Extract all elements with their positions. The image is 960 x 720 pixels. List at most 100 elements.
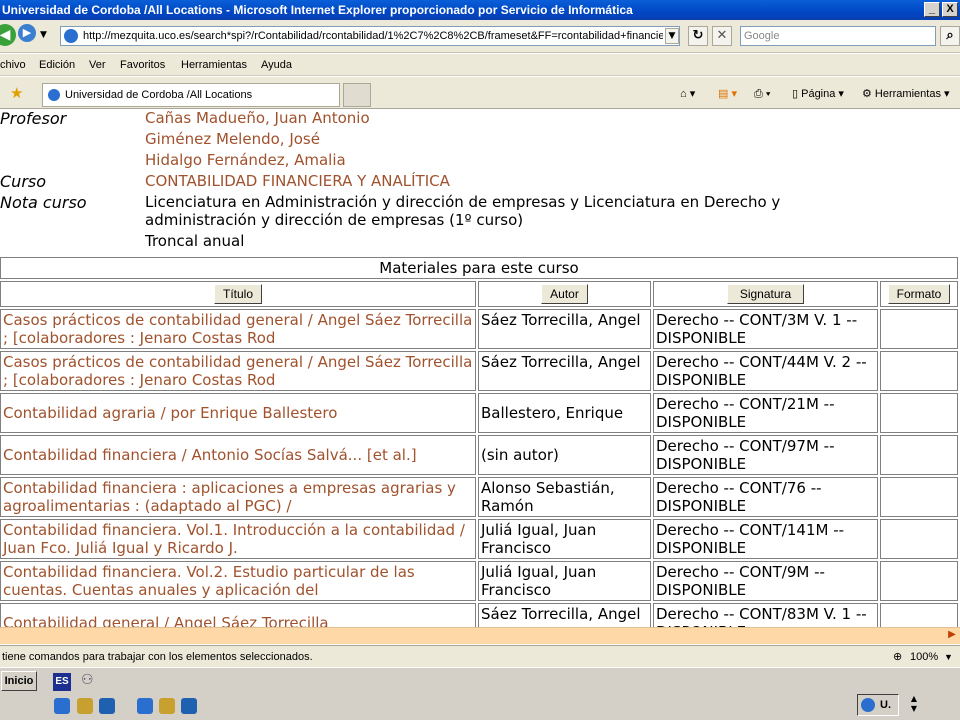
sort-formato-button[interactable]: Formato: [887, 284, 951, 304]
explorer-quicklaunch-icon[interactable]: [159, 698, 175, 714]
author-cell: (sin autor): [478, 435, 651, 475]
label-profesor: Profesor: [0, 109, 67, 128]
address-url: http://mezquita.uco.es/search*spi?/rCont…: [83, 30, 663, 42]
refresh-icon[interactable]: ↻: [688, 26, 708, 46]
author-cell: Sáez Torrecilla, Angel: [478, 603, 651, 627]
page-menu[interactable]: ▯ Página ▾: [792, 85, 844, 103]
menu-ayuda[interactable]: Ayuda: [261, 54, 292, 76]
profesor-link[interactable]: Hidalgo Fernández, Amalia: [145, 151, 346, 169]
menu-edicion[interactable]: Edición: [39, 54, 75, 76]
sort-titulo-button[interactable]: Título: [213, 284, 262, 304]
materials-table: Materiales para este curso Título Autor …: [0, 255, 960, 627]
table-header-row: Título Autor Signatura Formato: [0, 281, 958, 307]
menu-bar: chivo Edición Ver Favoritos Herramientas…: [0, 54, 960, 76]
callnumber-cell: Derecho -- CONT/83M V. 1 -- DISPONIBLE: [653, 603, 878, 627]
language-indicator[interactable]: ES: [53, 673, 71, 691]
author-cell: Alonso Sebastián, Ramón: [478, 477, 651, 517]
app-quicklaunch-icon[interactable]: [181, 698, 197, 714]
taskbar-ie-window[interactable]: U.: [857, 694, 899, 716]
table-row: Contabilidad financiera : aplicaciones a…: [0, 477, 958, 517]
title-link[interactable]: Casos prácticos de contabilidad general …: [0, 351, 476, 391]
title-link[interactable]: Contabilidad agraria / por Enrique Balle…: [0, 393, 476, 433]
callnumber-cell: Derecho -- CONT/76 -- DISPONIBLE: [653, 477, 878, 517]
table-row: Casos prácticos de contabilidad general …: [0, 351, 958, 391]
format-cell: [880, 603, 958, 627]
author-cell: Sáez Torrecilla, Angel: [478, 351, 651, 391]
taskbar-window-label: U.: [880, 699, 891, 711]
callnumber-cell: Derecho -- CONT/97M -- DISPONIBLE: [653, 435, 878, 475]
author-cell: Juliá Igual, Juan Francisco: [478, 561, 651, 601]
title-link[interactable]: Casos prácticos de contabilidad general …: [0, 309, 476, 349]
start-button[interactable]: Inicio: [1, 671, 37, 691]
tools-menu[interactable]: ⚙ Herramientas ▾: [862, 85, 950, 103]
address-dropdown-icon[interactable]: ▼: [665, 28, 679, 44]
horizontal-scrollbar[interactable]: [0, 627, 960, 644]
ie-quicklaunch-icon[interactable]: [137, 698, 153, 714]
search-go-icon[interactable]: ⌕: [940, 26, 960, 46]
new-tab-button[interactable]: [343, 83, 371, 107]
title-link[interactable]: Contabilidad financiera. Vol.1. Introduc…: [0, 519, 476, 559]
format-cell: [880, 519, 958, 559]
network-icon[interactable]: ⚇: [81, 672, 94, 688]
title-link[interactable]: Contabilidad general / Angel Sáez Torrec…: [0, 603, 476, 627]
callnumber-cell: Derecho -- CONT/44M V. 2 -- DISPONIBLE: [653, 351, 878, 391]
home-icon[interactable]: ⌂ ▾: [680, 85, 695, 103]
title-link[interactable]: Contabilidad financiera / Antonio Socías…: [0, 435, 476, 475]
scroll-right-icon[interactable]: ▶: [946, 629, 958, 642]
dropdown-arrow-icon[interactable]: ▼: [40, 30, 47, 40]
materials-caption: Materiales para este curso: [0, 257, 958, 279]
header-autor-cell: Autor: [478, 281, 651, 307]
minimize-button[interactable]: _: [924, 2, 940, 17]
author-cell: Juliá Igual, Juan Francisco: [478, 519, 651, 559]
profesor-link[interactable]: Cañas Madueño, Juan Antonio: [145, 109, 370, 127]
search-input[interactable]: Google: [740, 26, 936, 46]
title-link[interactable]: Contabilidad financiera. Vol.2. Estudio …: [0, 561, 476, 601]
callnumber-cell: Derecho -- CONT/21M -- DISPONIBLE: [653, 393, 878, 433]
ie-icon: [861, 698, 875, 712]
tab-label: Universidad de Cordoba /All Locations: [65, 89, 253, 101]
feeds-icon[interactable]: ▤ ▾: [718, 85, 737, 103]
format-cell: [880, 435, 958, 475]
title-link[interactable]: Contabilidad financiera : aplicaciones a…: [0, 477, 476, 517]
taskbar-scroll-icon[interactable]: ▲ ▼: [906, 694, 922, 716]
header-titulo-cell: Título: [0, 281, 476, 307]
header-formato-cell: Formato: [880, 281, 958, 307]
nota-line-3: Troncal anual: [145, 232, 245, 250]
format-cell: [880, 393, 958, 433]
curso-link[interactable]: CONTABILIDAD FINANCIERA Y ANALÍTICA: [145, 172, 450, 190]
format-cell: [880, 309, 958, 349]
tab-active[interactable]: Universidad de Cordoba /All Locations: [42, 83, 340, 107]
app-quicklaunch-icon[interactable]: [99, 698, 115, 714]
profesor-link[interactable]: Giménez Melendo, José: [145, 130, 320, 148]
status-text: tiene comandos para trabajar con los ele…: [2, 651, 313, 663]
callnumber-cell: Derecho -- CONT/9M -- DISPONIBLE: [653, 561, 878, 601]
nota-line-2: administración y dirección de empresas (…: [145, 211, 524, 229]
ie-page-icon: [64, 29, 78, 43]
stop-icon[interactable]: ✕: [712, 26, 732, 46]
menu-archivo[interactable]: chivo: [0, 54, 26, 76]
close-button[interactable]: X: [942, 2, 958, 17]
format-cell: [880, 477, 958, 517]
forward-icon[interactable]: ▶: [18, 24, 36, 42]
print-icon[interactable]: ⎙ ▾: [754, 85, 770, 103]
nota-line-1: Licenciatura en Administración y direcci…: [145, 193, 781, 211]
table-row: Contabilidad financiera. Vol.1. Introduc…: [0, 519, 958, 559]
header-signatura-cell: Signatura: [653, 281, 878, 307]
table-row: Contabilidad financiera. Vol.2. Estudio …: [0, 561, 958, 601]
menu-favoritos[interactable]: Favoritos: [120, 54, 165, 76]
table-row: Casos prácticos de contabilidad general …: [0, 309, 958, 349]
favorites-star-icon[interactable]: ★: [10, 84, 23, 102]
label-nota-curso: Nota curso: [0, 193, 87, 212]
table-caption-row: Materiales para este curso: [0, 257, 958, 279]
zoom-dropdown-icon[interactable]: ▼: [944, 646, 953, 668]
ie-quicklaunch-icon[interactable]: [54, 698, 70, 714]
sort-signatura-button[interactable]: Signatura: [726, 284, 805, 304]
zoom-icon[interactable]: ⊕: [893, 646, 902, 668]
zoom-level[interactable]: 100%: [910, 646, 938, 668]
label-curso: Curso: [0, 172, 47, 191]
address-input[interactable]: http://mezquita.uco.es/search*spi?/rCont…: [60, 26, 680, 46]
sort-autor-button[interactable]: Autor: [541, 284, 588, 304]
menu-herramientas[interactable]: Herramientas: [181, 54, 247, 76]
explorer-quicklaunch-icon[interactable]: [77, 698, 93, 714]
menu-ver[interactable]: Ver: [89, 54, 106, 76]
